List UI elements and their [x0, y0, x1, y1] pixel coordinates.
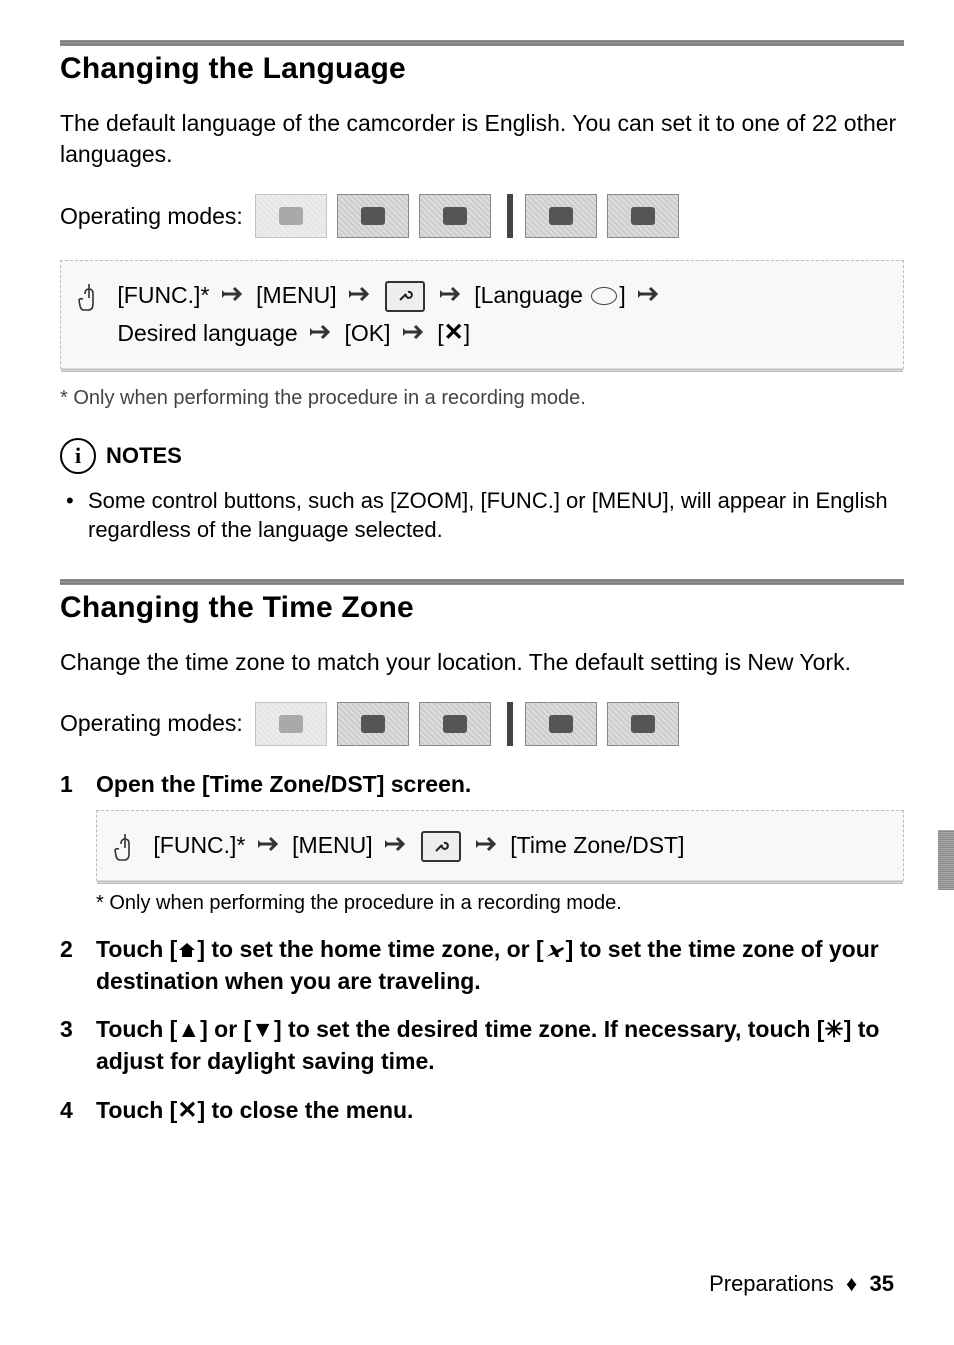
path-func: [FUNC.]* [153, 832, 245, 858]
steps-list: Open the [Time Zone/DST] screen. [FUNC.]… [60, 768, 904, 1127]
operating-modes-label: Operating modes: [60, 710, 243, 737]
sun-dst-icon: ✳ [824, 1013, 843, 1045]
section-divider [60, 40, 904, 46]
operating-modes-row: Operating modes: [60, 194, 904, 238]
step-4-text-pre: Touch [ [96, 1097, 177, 1123]
wrench-tab-icon [421, 831, 461, 862]
page-thumb-tab [938, 830, 954, 890]
heading-changing-language: Changing the Language [60, 52, 904, 86]
mode-separator [507, 194, 513, 238]
mode-photo-record-icon [419, 194, 491, 238]
path-timezone: [Time Zone/DST] [510, 832, 684, 858]
step-2: Touch [ ] to set the home time zone, or [… [60, 933, 904, 997]
footer-sep: ♦ [846, 1271, 857, 1296]
mode-movie-playback-icon [525, 194, 597, 238]
navigation-path-language: [FUNC.]* [MENU] [Language ] Desired lang… [60, 260, 904, 368]
step-4: Touch [✕] to close the menu. [60, 1094, 904, 1128]
up-triangle-icon: ▲ [177, 1013, 200, 1045]
path-menu: [MENU] [292, 832, 373, 858]
step-1-footnote: * Only when performing the procedure in … [96, 889, 904, 917]
mode-movie-record-icon [337, 702, 409, 746]
intro-text-timezone: Change the time zone to match your locat… [60, 647, 904, 678]
arrow-icon [638, 278, 660, 314]
touch-icon [75, 280, 103, 312]
mode-photo-playback-icon [607, 702, 679, 746]
mode-movie-record-icon [337, 194, 409, 238]
arrow-icon [385, 828, 407, 864]
info-icon: i [60, 438, 96, 474]
arrow-icon [349, 278, 371, 314]
intro-text-language: The default language of the camcorder is… [60, 108, 904, 170]
step-3-text-mid2: ] to set the desired time zone. If neces… [274, 1016, 824, 1042]
page-footer: Preparations ♦ 35 [709, 1271, 894, 1297]
close-x-icon: ✕ [444, 314, 464, 351]
touch-icon [111, 830, 139, 862]
mode-movie-playback-icon [525, 702, 597, 746]
down-triangle-icon: ▼ [251, 1013, 274, 1045]
step-1: Open the [Time Zone/DST] screen. [FUNC.]… [60, 768, 904, 917]
home-icon [177, 933, 197, 965]
step-4-text-post: ] to close the menu. [197, 1097, 413, 1123]
notes-label: NOTES [106, 443, 182, 469]
arrow-icon [310, 316, 332, 352]
notes-header: i NOTES [60, 438, 904, 474]
arrow-icon [403, 316, 425, 352]
step-3-text-mid1: ] or [ [200, 1016, 251, 1042]
operating-modes-label: Operating modes: [60, 203, 243, 230]
notes-list: Some control buttons, such as [ZOOM], [F… [60, 486, 904, 545]
path-desired-language: Desired language [117, 320, 297, 346]
step-3: Touch [▲] or [▼] to set the desired time… [60, 1013, 904, 1077]
operating-modes-row: Operating modes: [60, 702, 904, 746]
heading-changing-timezone: Changing the Time Zone [60, 591, 904, 625]
close-x-icon: ✕ [177, 1094, 197, 1128]
arrow-icon [440, 278, 462, 314]
arrow-icon [476, 828, 498, 864]
step-2-text-pre: Touch [ [96, 936, 177, 962]
path-language-open: [Language [474, 282, 583, 308]
globe-icon [591, 287, 617, 305]
mode-photo-playback-icon [607, 194, 679, 238]
note-item: Some control buttons, such as [ZOOM], [F… [66, 486, 904, 545]
mode-photo-record-icon [419, 702, 491, 746]
wrench-tab-icon [385, 281, 425, 312]
mode-auto-icon [255, 702, 327, 746]
section-divider [60, 579, 904, 585]
path-close-end: ] [464, 320, 470, 346]
footer-section: Preparations [709, 1271, 834, 1296]
arrow-icon [258, 828, 280, 864]
path-ok: [OK] [344, 320, 390, 346]
navigation-path-timezone: [FUNC.]* [MENU] [Time Zone/DST] [96, 810, 904, 881]
path-language-close: ] [619, 282, 625, 308]
path-func: [FUNC.]* [117, 282, 209, 308]
footer-page-number: 35 [870, 1271, 894, 1296]
step-3-text-pre: Touch [ [96, 1016, 177, 1042]
airplane-icon [544, 933, 566, 965]
path-menu: [MENU] [256, 282, 337, 308]
step-1-title: Open the [Time Zone/DST] screen. [96, 771, 471, 797]
mode-auto-icon [255, 194, 327, 238]
mode-separator [507, 702, 513, 746]
arrow-icon [222, 278, 244, 314]
step-2-text-mid: ] to set the home time zone, or [ [197, 936, 543, 962]
footnote-language: * Only when performing the procedure in … [60, 387, 904, 410]
